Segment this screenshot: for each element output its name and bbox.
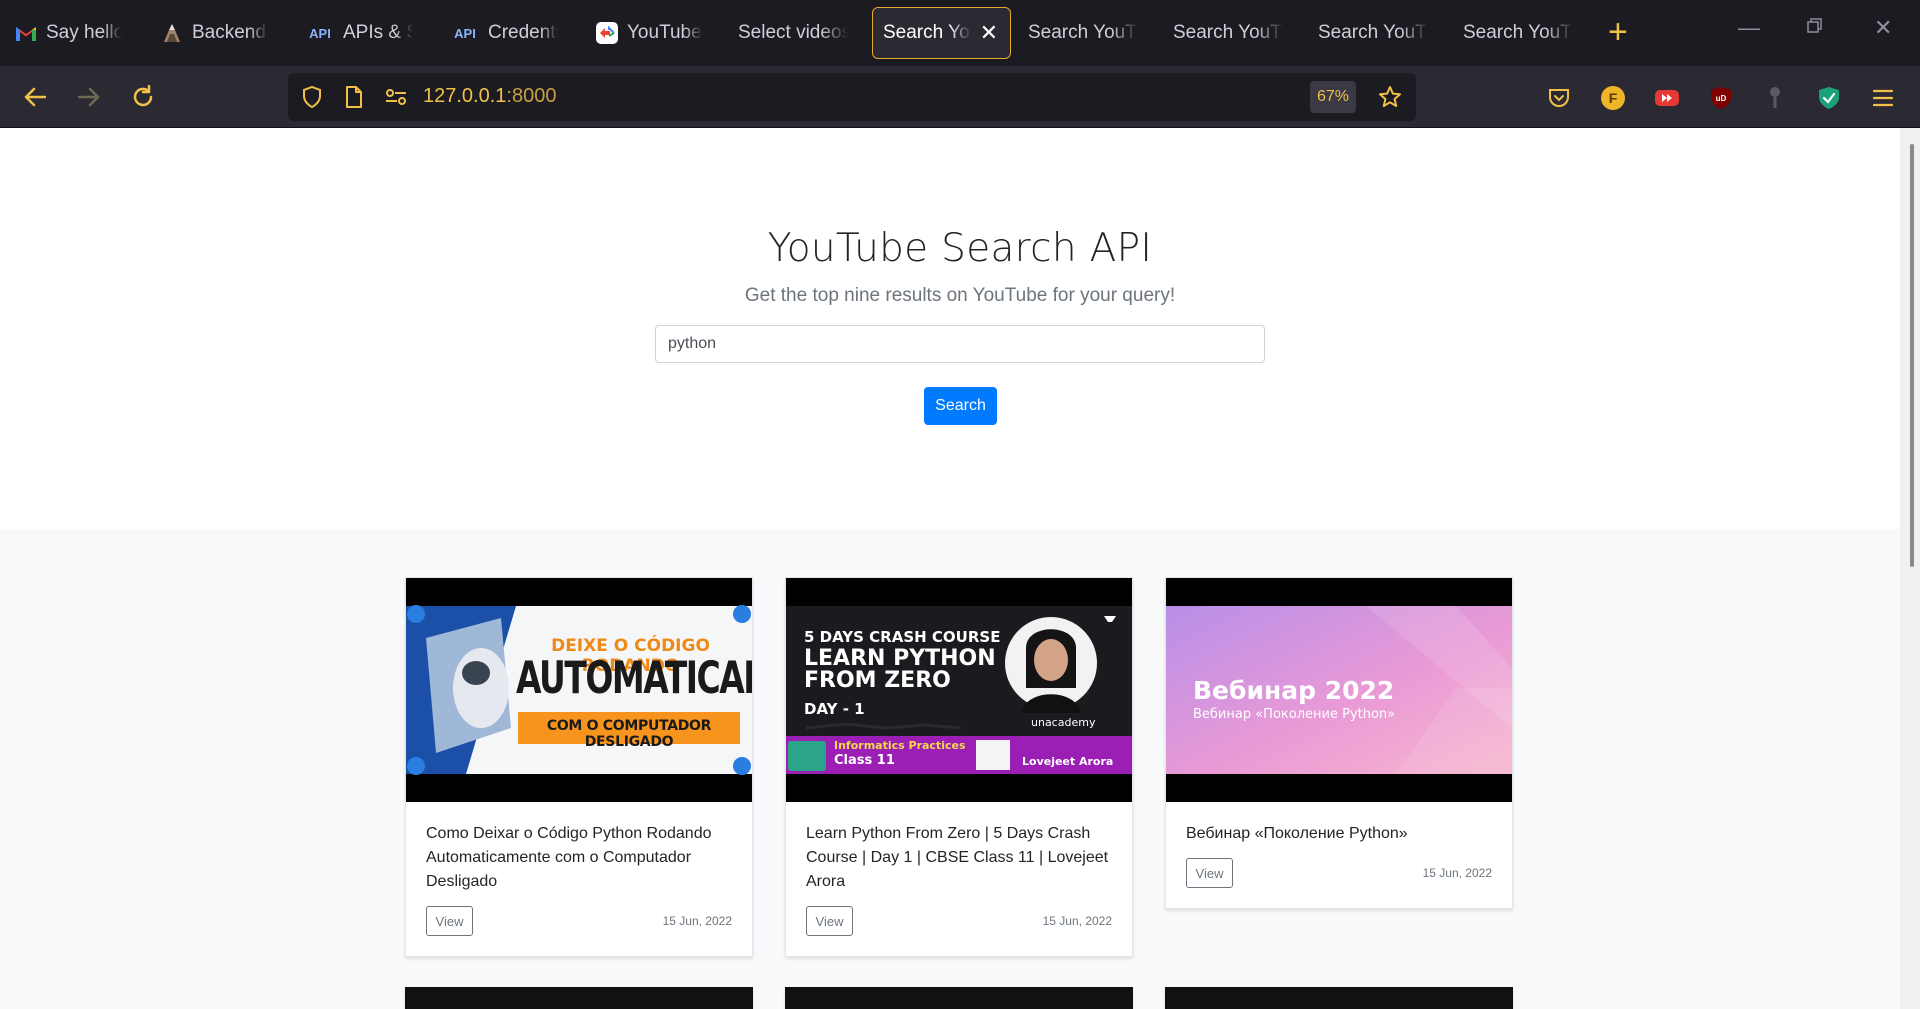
minimize-icon[interactable]: — bbox=[1738, 15, 1760, 41]
thumb-text-1: 5 DAYS CRASH COURSE bbox=[804, 628, 1001, 646]
gmail-icon bbox=[14, 21, 38, 45]
thumb-text-2: Вебинар «Поколение Python» bbox=[1193, 707, 1396, 722]
thumb-text-2: LEARN PYTHON bbox=[804, 646, 996, 671]
result-card-partial bbox=[1165, 987, 1513, 1009]
page-scrollbar[interactable] bbox=[1900, 128, 1920, 1009]
url-host: 127.0.0.1 bbox=[423, 85, 507, 107]
thumb-text-4: DAY - 1 bbox=[804, 700, 865, 718]
volcano-icon bbox=[160, 21, 184, 45]
thumb-text-6: Class 11 bbox=[834, 753, 895, 768]
api-icon: API bbox=[309, 25, 331, 41]
thumb-text-2: AUTOMATICAMENTE bbox=[516, 651, 752, 704]
search-input[interactable] bbox=[655, 325, 1265, 363]
video-title: Learn Python From Zero | 5 Days Crash Co… bbox=[806, 825, 1109, 890]
video-thumbnail[interactable]: Вебинар 2022 Вебинар «Поколение Python» bbox=[1166, 578, 1512, 802]
url-bar[interactable]: 127.0.0.1:8000 67% bbox=[288, 73, 1416, 121]
google-cloud-icon bbox=[595, 21, 619, 45]
page-title: YouTube Search API bbox=[767, 226, 1153, 271]
publish-date: 15 Jun, 2022 bbox=[1042, 914, 1112, 928]
ublock-icon[interactable]: uD bbox=[1706, 83, 1736, 113]
extension-f-icon[interactable]: F bbox=[1598, 83, 1628, 113]
tab-strip: Say hello Backend A API APIs & Se API Cr… bbox=[0, 0, 1920, 66]
result-card-partial bbox=[785, 987, 1133, 1009]
tab-gmail[interactable]: Say hello bbox=[4, 7, 132, 59]
tab-credentials[interactable]: API Credential bbox=[440, 7, 568, 59]
page-icon[interactable] bbox=[340, 83, 368, 111]
bookmark-star-icon[interactable] bbox=[1376, 83, 1404, 111]
view-button[interactable]: View bbox=[1186, 858, 1233, 888]
shield-icon[interactable] bbox=[298, 83, 326, 111]
reload-icon[interactable] bbox=[124, 78, 162, 116]
page-viewport: YouTube Search API Get the top nine resu… bbox=[0, 128, 1920, 1009]
zoom-level[interactable]: 67% bbox=[1310, 81, 1356, 113]
thumb-text-3: COM O COMPUTADOR DESLIGADO bbox=[546, 718, 712, 750]
search-button[interactable]: Search bbox=[924, 387, 997, 425]
svg-text:F: F bbox=[1609, 90, 1618, 106]
forward-icon[interactable] bbox=[70, 78, 108, 116]
tab-search-3[interactable]: Search YouTu bbox=[1163, 7, 1293, 59]
navigation-toolbar: 127.0.0.1:8000 67% bbox=[0, 66, 1920, 128]
page-subtitle: Get the top nine results on YouTube for … bbox=[744, 285, 1176, 306]
menu-icon[interactable] bbox=[1868, 83, 1898, 113]
restore-icon[interactable] bbox=[1806, 15, 1824, 41]
tab-backend[interactable]: Backend A bbox=[150, 7, 278, 59]
pocket-icon[interactable] bbox=[1544, 83, 1574, 113]
result-card-partial bbox=[405, 987, 753, 1009]
youtube-ext-icon[interactable] bbox=[1652, 83, 1682, 113]
result-card: Вебинар 2022 Вебинар «Поколение Python» … bbox=[1165, 577, 1513, 909]
tab-search-5[interactable]: Search YouTu bbox=[1453, 7, 1583, 59]
tab-youtube-data[interactable]: YouTube D bbox=[585, 7, 713, 59]
close-window-icon[interactable]: ✕ bbox=[1874, 15, 1892, 41]
thumb-text-3: FROM ZERO bbox=[804, 668, 951, 693]
key-icon[interactable] bbox=[1760, 83, 1790, 113]
api-icon: API bbox=[454, 25, 476, 41]
thumb-presenter: Lovejeet Arora bbox=[1022, 755, 1114, 768]
video-title: Вебинар «Поколение Python» bbox=[1186, 825, 1408, 842]
back-icon[interactable] bbox=[16, 78, 54, 116]
search-hero: YouTube Search API Get the top nine resu… bbox=[0, 128, 1900, 529]
tab-search-4[interactable]: Search YouTu bbox=[1308, 7, 1438, 59]
view-button[interactable]: View bbox=[426, 906, 473, 936]
thumb-text-5: Informatics Practices bbox=[834, 739, 966, 752]
video-title: Como Deixar o Código Python Rodando Auto… bbox=[426, 825, 712, 890]
scrollbar-thumb[interactable] bbox=[1910, 144, 1914, 567]
tab-search-2[interactable]: Search YouTu bbox=[1018, 7, 1148, 59]
security-check-icon[interactable] bbox=[1814, 83, 1844, 113]
video-thumbnail[interactable]: 5 DAYS CRASH COURSE LEARN PYTHON FROM ZE… bbox=[786, 578, 1132, 802]
publish-date: 15 Jun, 2022 bbox=[662, 914, 732, 928]
url-port: :8000 bbox=[506, 85, 557, 107]
result-card: DEIXE O CÓDIGO RODANDO AUTOMATICAMENTE C… bbox=[405, 577, 753, 957]
tab-search-active[interactable]: Search You ✕ bbox=[872, 7, 1011, 59]
video-thumbnail[interactable]: DEIXE O CÓDIGO RODANDO AUTOMATICAMENTE C… bbox=[406, 578, 752, 802]
close-tab-icon[interactable]: ✕ bbox=[980, 20, 998, 46]
thumb-text-1: Вебинар 2022 bbox=[1193, 676, 1395, 705]
tab-select-videos[interactable]: Select videos bbox=[728, 7, 858, 59]
publish-date: 15 Jun, 2022 bbox=[1422, 866, 1492, 880]
permissions-icon[interactable] bbox=[382, 83, 410, 111]
results-album: DEIXE O CÓDIGO RODANDO AUTOMATICAMENTE C… bbox=[0, 529, 1900, 1009]
svg-text:uD: uD bbox=[1716, 94, 1727, 103]
url-text[interactable]: 127.0.0.1:8000 bbox=[423, 85, 556, 108]
new-tab-button[interactable]: + bbox=[1608, 15, 1628, 49]
result-card: 5 DAYS CRASH COURSE LEARN PYTHON FROM ZE… bbox=[785, 577, 1133, 957]
view-button[interactable]: View bbox=[806, 906, 853, 936]
thumb-brand: unacademy bbox=[1031, 716, 1096, 729]
tab-apis[interactable]: API APIs & Se bbox=[295, 7, 423, 59]
